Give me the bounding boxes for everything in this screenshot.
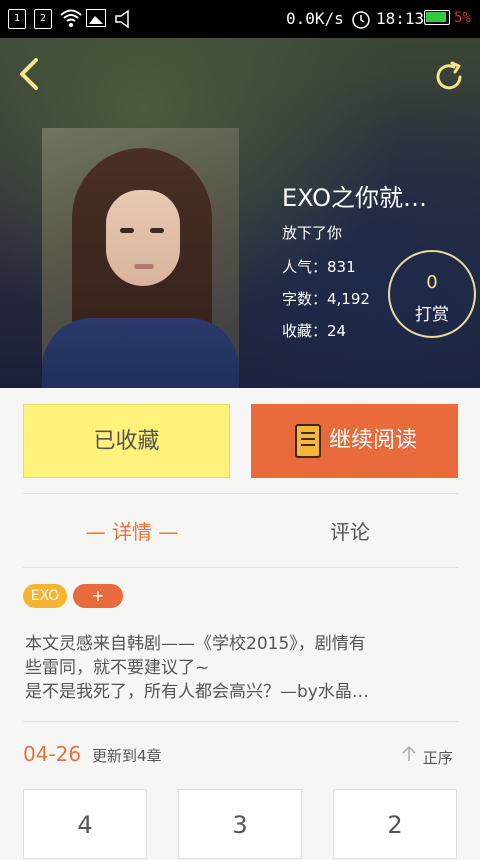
chapter-item[interactable]: 3 — [178, 789, 302, 859]
description-line: 本文灵感来自韩剧——《学校2015》，剧情有 — [25, 634, 366, 654]
divider — [23, 493, 458, 494]
book-icon — [295, 424, 321, 458]
volume-icon — [115, 9, 129, 29]
tag-exo[interactable]: EXO — [23, 584, 67, 608]
book-title: EXO之你就… — [282, 184, 427, 212]
arrow-up-icon — [402, 745, 416, 761]
continue-reading-button[interactable]: 继续阅读 — [251, 404, 458, 478]
sim1-icon: 1 — [8, 9, 26, 29]
tab-detail[interactable]: — 详情 — — [23, 516, 241, 545]
tip-count: 0 — [426, 272, 438, 293]
chapter-item[interactable]: 2 — [333, 789, 457, 859]
description-line: 是不是我死了，所有人都会高兴？—by水晶… — [25, 682, 369, 702]
alarm-icon — [352, 11, 370, 29]
popularity: 人气：831 — [282, 258, 356, 276]
update-date: 04-26 — [23, 742, 82, 766]
battery-percent: 5% — [454, 10, 471, 26]
book-cover[interactable] — [42, 128, 239, 388]
sim2-icon: 2 — [34, 9, 52, 29]
sort-order-button[interactable]: 正序 — [400, 745, 453, 768]
word-count: 字数：4,192 — [282, 290, 370, 308]
tip-button[interactable]: 0 打赏 — [388, 250, 476, 338]
book-header: EXO之你就… 放下了你 人气：831 字数：4,192 收藏：24 0 打赏 — [0, 38, 480, 388]
book-description[interactable]: 本文灵感来自韩剧——《学校2015》，剧情有 些雷同，就不要建议了~ 是不是我死… — [25, 632, 465, 704]
update-status: 更新到4章 — [92, 747, 162, 765]
divider — [23, 567, 458, 568]
battery-icon — [424, 10, 450, 25]
clock: 18:13 — [376, 9, 425, 28]
status-bar: 1 2 0.0K/s 18:13 5% — [0, 0, 480, 38]
refresh-button[interactable] — [432, 60, 466, 94]
tip-label: 打赏 — [415, 305, 449, 325]
divider — [23, 721, 458, 722]
favorites-count: 收藏：24 — [282, 322, 347, 340]
image-notification-icon — [86, 9, 106, 27]
wifi-icon — [60, 9, 82, 27]
back-button[interactable] — [16, 56, 44, 92]
continue-reading-label: 继续阅读 — [329, 428, 418, 453]
sort-order-label: 正序 — [422, 749, 453, 767]
description-line: 些雷同，就不要建议了~ — [25, 658, 210, 678]
chapter-item[interactable]: 4 — [23, 789, 147, 859]
tab-comment[interactable]: 评论 — [241, 516, 459, 545]
book-author: 放下了你 — [282, 224, 343, 242]
add-tag-button[interactable]: + — [73, 584, 123, 608]
favorited-button[interactable]: 已收藏 — [23, 404, 230, 478]
network-speed: 0.0K/s — [286, 9, 344, 28]
